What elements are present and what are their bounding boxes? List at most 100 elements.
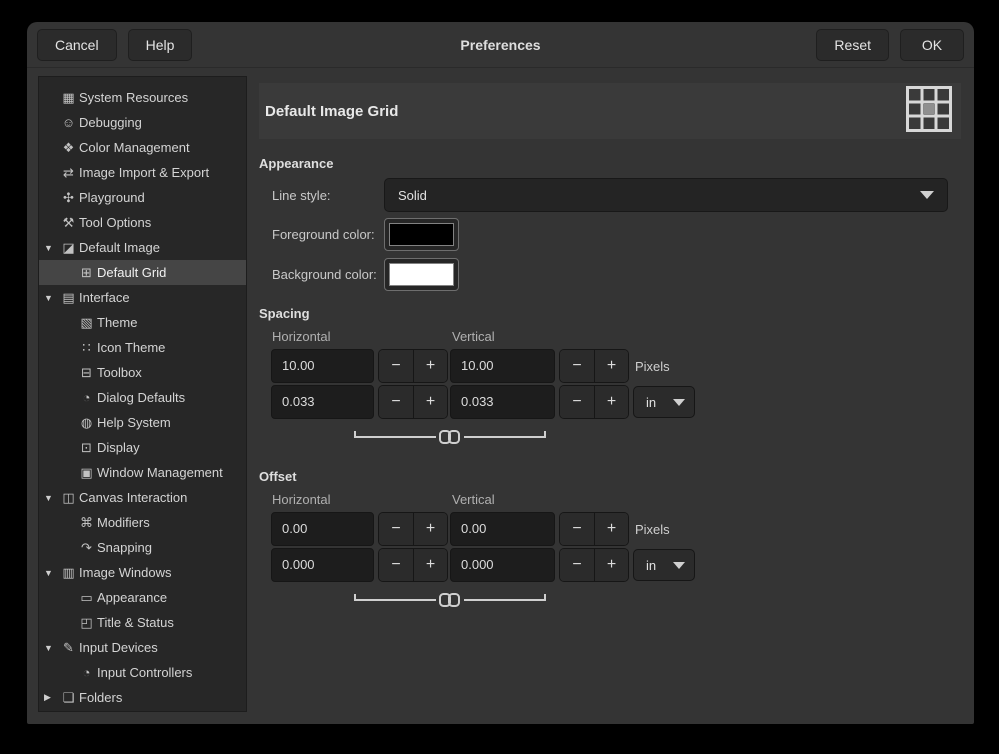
- expander-expanded-icon[interactable]: ▼: [42, 293, 60, 303]
- sidebar-item-default-image[interactable]: ▼◪Default Image: [39, 235, 246, 260]
- spacing-vertical-minus-button[interactable]: −: [560, 350, 594, 382]
- line-style-label: Line style:: [272, 188, 384, 203]
- spacing-vertical-plus-button[interactable]: +: [594, 350, 628, 382]
- sidebar-item-label: Icon Theme: [97, 340, 165, 355]
- display-icon: ⊡: [78, 440, 95, 456]
- spacing-horizontal-input[interactable]: 10.00: [271, 349, 374, 383]
- sidebar-item-canvas-interaction[interactable]: ▼◫Canvas Interaction: [39, 485, 246, 510]
- sidebar-item-color-management[interactable]: ❖Color Management: [39, 135, 246, 160]
- help-system-icon: ◍: [78, 415, 95, 431]
- expander-expanded-icon[interactable]: ▼: [42, 643, 60, 653]
- window-management-icon: ▣: [78, 465, 95, 481]
- offset-vertical-input[interactable]: 0.00: [450, 512, 555, 546]
- sidebar-item-label: Window Management: [97, 465, 223, 480]
- spacing-horizontal-plus-button[interactable]: +: [413, 350, 447, 382]
- sidebar-item-theme[interactable]: ▧Theme: [39, 310, 246, 335]
- spacing-horizontal-minus-button[interactable]: −: [379, 386, 413, 418]
- offset-vertical-minus-button[interactable]: −: [560, 549, 594, 581]
- sidebar-item-toolbox[interactable]: ⊟Toolbox: [39, 360, 246, 385]
- cancel-button[interactable]: Cancel: [37, 29, 117, 61]
- offset-horizontal-minus-button[interactable]: −: [379, 549, 413, 581]
- sidebar-item-label: Display: [97, 440, 140, 455]
- import-export-icon: ⇄: [60, 165, 77, 181]
- sidebar-item-image-import-export[interactable]: ⇄Image Import & Export: [39, 160, 246, 185]
- offset-vertical-minus-button[interactable]: −: [560, 513, 594, 545]
- sidebar-item-label: Toolbox: [97, 365, 142, 380]
- canvas-icon: ◫: [60, 490, 77, 506]
- ok-button[interactable]: OK: [900, 29, 964, 61]
- line-style-dropdown[interactable]: Solid: [384, 178, 948, 212]
- spacing-horizontal-plus-button[interactable]: +: [413, 386, 447, 418]
- spacing-vertical-minus-button[interactable]: −: [560, 386, 594, 418]
- offset-horizontal-input[interactable]: 0.000: [271, 548, 374, 582]
- sidebar-item-image-windows[interactable]: ▼▥Image Windows: [39, 560, 246, 585]
- sidebar-item-input-devices[interactable]: ▼✎Input Devices: [39, 635, 246, 660]
- sidebar-item-appearance[interactable]: ▭Appearance: [39, 585, 246, 610]
- sidebar-item-label: Interface: [79, 290, 130, 305]
- sidebar-item-label: Theme: [97, 315, 137, 330]
- sidebar-item-playground[interactable]: ✣Playground: [39, 185, 246, 210]
- color-circles-icon: ❖: [60, 140, 77, 156]
- page-header: Default Image Grid: [259, 83, 961, 139]
- offset-horizontal-minus-button[interactable]: −: [379, 513, 413, 545]
- spacing-unit-dropdown[interactable]: in: [633, 386, 695, 418]
- sidebar-item-display[interactable]: ⊡Display: [39, 435, 246, 460]
- offset-chain-button[interactable]: [352, 591, 548, 609]
- sidebar-item-label: Color Management: [79, 140, 190, 155]
- spacing-vertical-input[interactable]: 10.00: [450, 349, 555, 383]
- sidebar-item-label: Debugging: [79, 115, 142, 130]
- reset-button[interactable]: Reset: [816, 29, 889, 61]
- preferences-tree: ▦System Resources☺Debugging❖Color Manage…: [38, 76, 247, 712]
- foreground-color-label: Foreground color:: [272, 227, 384, 242]
- sidebar-item-folders[interactable]: ▶❏Folders: [39, 685, 246, 710]
- sidebar-item-label: Dialog Defaults: [97, 390, 185, 405]
- sidebar-item-label: Input Controllers: [97, 665, 192, 680]
- sidebar-item-window-management[interactable]: ▣Window Management: [39, 460, 246, 485]
- sidebar-item-help-system[interactable]: ◍Help System: [39, 410, 246, 435]
- folders-icon: ❏: [60, 690, 77, 706]
- expander-collapsed-icon[interactable]: ▶: [42, 692, 60, 703]
- expander-expanded-icon[interactable]: ▼: [42, 568, 60, 578]
- sidebar-item-icon-theme[interactable]: ∷Icon Theme: [39, 335, 246, 360]
- chevron-down-icon: [673, 399, 685, 406]
- sidebar-item-input-controllers[interactable]: ◔Input Controllers: [39, 660, 246, 685]
- background-color-button[interactable]: [384, 258, 459, 291]
- sidebar-item-label: Canvas Interaction: [79, 490, 187, 505]
- sidebar-item-label: System Resources: [79, 90, 188, 105]
- offset-horizontal-input[interactable]: 0.00: [271, 512, 374, 546]
- offset-vertical-plus-button[interactable]: +: [594, 513, 628, 545]
- sidebar-item-dialog-defaults[interactable]: ◔Dialog Defaults: [39, 385, 246, 410]
- spacing-horizontal-input[interactable]: 0.033: [271, 385, 374, 419]
- offset-horizontal-plus-button[interactable]: +: [413, 513, 447, 545]
- sidebar-item-interface[interactable]: ▼▤Interface: [39, 285, 246, 310]
- title-status-icon: ◰: [78, 615, 95, 631]
- expander-expanded-icon[interactable]: ▼: [42, 243, 60, 253]
- expander-expanded-icon[interactable]: ▼: [42, 493, 60, 503]
- offset-vertical-input[interactable]: 0.000: [450, 548, 555, 582]
- offset-pixels-label: Pixels: [635, 522, 670, 537]
- sidebar-item-title-status[interactable]: ◰Title & Status: [39, 610, 246, 635]
- offset-vertical-plus-button[interactable]: +: [594, 549, 628, 581]
- spacing-horizontal-minus-button[interactable]: −: [379, 350, 413, 382]
- sidebar-item-label: Default Grid: [97, 265, 166, 280]
- sidebar-item-snapping[interactable]: ↷Snapping: [39, 535, 246, 560]
- offset-heading: Offset: [259, 469, 961, 484]
- modifiers-icon: ⌘: [78, 515, 95, 531]
- sidebar-item-label: Title & Status: [97, 615, 174, 630]
- foreground-color-button[interactable]: [384, 218, 459, 251]
- spacing-chain-button[interactable]: [352, 428, 548, 446]
- background-color-label: Background color:: [272, 267, 384, 282]
- offset-unit-dropdown[interactable]: in: [633, 549, 695, 581]
- sidebar-item-debugging[interactable]: ☺Debugging: [39, 110, 246, 135]
- sidebar-item-modifiers[interactable]: ⌘Modifiers: [39, 510, 246, 535]
- sidebar-item-tool-options[interactable]: ⚒Tool Options: [39, 210, 246, 235]
- wilber-icon: ☺: [60, 115, 77, 130]
- help-button[interactable]: Help: [128, 29, 193, 61]
- sidebar-item-default-grid[interactable]: ⊞Default Grid: [39, 260, 246, 285]
- sidebar-item-system-resources[interactable]: ▦System Resources: [39, 85, 246, 110]
- spacing-vertical-input[interactable]: 0.033: [450, 385, 555, 419]
- sidebar-item-label: Tool Options: [79, 215, 151, 230]
- spacing-vertical-plus-button[interactable]: +: [594, 386, 628, 418]
- offset-horizontal-plus-button[interactable]: +: [413, 549, 447, 581]
- theme-icon: ▧: [78, 315, 95, 331]
